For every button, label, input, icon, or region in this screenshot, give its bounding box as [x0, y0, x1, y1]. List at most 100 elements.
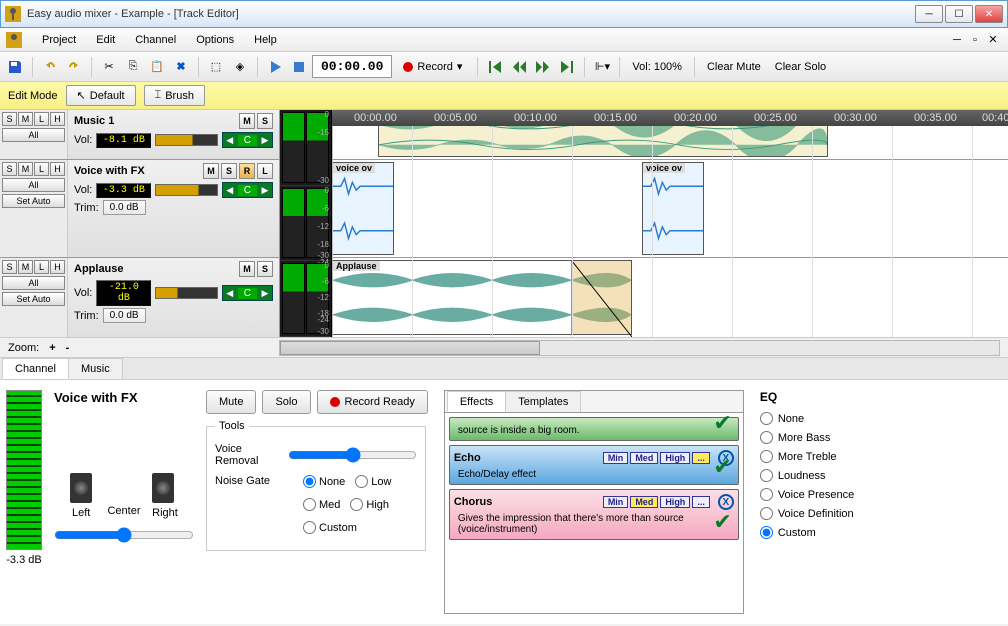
track-all-button[interactable]: All: [2, 128, 65, 142]
pan-control[interactable]: ◀C▶: [222, 285, 273, 301]
clear-solo-button[interactable]: Clear Solo: [769, 61, 832, 73]
track-h-button[interactable]: H: [50, 162, 65, 176]
track-h-button[interactable]: H: [50, 260, 65, 274]
minimize-button[interactable]: ─: [915, 5, 943, 23]
eq-voice-definition[interactable]: Voice Definition: [760, 507, 900, 520]
audio-clip[interactable]: Applause: [332, 260, 632, 335]
vol-value[interactable]: -21.0 dB: [96, 280, 151, 306]
volume-label[interactable]: Vol: 100%: [626, 61, 688, 73]
effects-list[interactable]: source is inside a big room. ✔ Echo Min …: [445, 413, 743, 563]
record-ready-button[interactable]: Record Ready: [317, 390, 428, 414]
audio-clip[interactable]: voice ov: [332, 162, 394, 255]
voice-removal-slider[interactable]: [288, 447, 417, 463]
mdi-close[interactable]: ✕: [986, 33, 1000, 46]
noise-gate-none[interactable]: None: [303, 475, 345, 488]
vol-slider[interactable]: [155, 134, 217, 146]
horizontal-scrollbar[interactable]: [279, 340, 1000, 356]
effect-item[interactable]: Chorus Min Med High ... X Gives the impr…: [449, 489, 739, 540]
forward-icon[interactable]: [532, 56, 554, 78]
track-s-button[interactable]: S: [2, 162, 17, 176]
track-name[interactable]: Music 1: [74, 115, 114, 127]
save-icon[interactable]: [4, 56, 26, 78]
play-icon[interactable]: [264, 56, 286, 78]
eq-more-treble[interactable]: More Treble: [760, 450, 900, 463]
noise-gate-custom[interactable]: Custom: [303, 521, 417, 534]
record-button[interactable]: Record▾: [394, 56, 471, 78]
track-m-button[interactable]: M: [18, 112, 33, 126]
effect-item[interactable]: Echo Min Med High ... X Echo/Delay effec…: [449, 445, 739, 485]
tab-effects[interactable]: Effects: [447, 391, 506, 412]
marker-icon[interactable]: ⊩▾: [591, 56, 613, 78]
track-l-button[interactable]: L: [34, 260, 49, 274]
mute-button[interactable]: Mute: [206, 390, 256, 414]
fx-min[interactable]: Min: [603, 496, 629, 508]
remove-effect-icon[interactable]: X: [718, 494, 734, 510]
set-auto-button[interactable]: Set Auto: [2, 194, 65, 208]
solo-button[interactable]: S: [221, 163, 237, 179]
tab-channel[interactable]: Channel: [2, 358, 69, 379]
fx-med[interactable]: Med: [630, 496, 658, 508]
fx-high[interactable]: High: [660, 496, 690, 508]
brush-mode-button[interactable]: ⌶Brush: [144, 85, 205, 106]
track-m-button[interactable]: M: [18, 260, 33, 274]
view-icon[interactable]: ◈: [229, 56, 251, 78]
skip-start-icon[interactable]: [484, 56, 506, 78]
snap-icon[interactable]: ⬚: [205, 56, 227, 78]
eq-voice-presence[interactable]: Voice Presence: [760, 488, 900, 501]
clear-mute-button[interactable]: Clear Mute: [701, 61, 767, 73]
paste-icon[interactable]: 📋: [146, 56, 168, 78]
noise-gate-low[interactable]: Low: [355, 475, 391, 488]
fx-min[interactable]: Min: [603, 452, 629, 464]
default-mode-button[interactable]: ↖Default: [66, 85, 136, 106]
l-button[interactable]: L: [257, 163, 273, 179]
vol-value[interactable]: -3.3 dB: [96, 183, 151, 198]
track-all-button[interactable]: All: [2, 178, 65, 192]
pan-control[interactable]: ◀C▶: [222, 132, 273, 148]
menu-options[interactable]: Options: [186, 30, 244, 50]
tab-templates[interactable]: Templates: [505, 391, 581, 412]
trim-value[interactable]: 0.0 dB: [103, 200, 146, 215]
menu-channel[interactable]: Channel: [125, 30, 186, 50]
mute-button[interactable]: M: [203, 163, 219, 179]
fx-more[interactable]: ...: [692, 496, 710, 508]
stop-icon[interactable]: [288, 56, 310, 78]
audio-clip[interactable]: voice ov: [642, 162, 704, 255]
noise-gate-med[interactable]: Med: [303, 498, 340, 511]
noise-gate-high[interactable]: High: [350, 498, 389, 511]
mute-button[interactable]: M: [239, 261, 255, 277]
mute-button[interactable]: M: [239, 113, 255, 129]
trim-value[interactable]: 0.0 dB: [103, 308, 146, 323]
eq-more-bass[interactable]: More Bass: [760, 431, 900, 444]
time-ruler[interactable]: 00:00.00 00:05.00 00:10.00 00:15.00 00:2…: [332, 110, 1008, 126]
track-m-button[interactable]: M: [18, 162, 33, 176]
maximize-button[interactable]: ☐: [945, 5, 973, 23]
set-auto-button[interactable]: Set Auto: [2, 292, 65, 306]
solo-button[interactable]: Solo: [262, 390, 310, 414]
zoom-out-button[interactable]: -: [66, 342, 70, 354]
menu-help[interactable]: Help: [244, 30, 287, 50]
track-s-button[interactable]: S: [2, 260, 17, 274]
r-button[interactable]: R: [239, 163, 255, 179]
fx-high[interactable]: High: [660, 452, 690, 464]
pan-slider[interactable]: [54, 527, 194, 543]
eq-custom[interactable]: Custom: [760, 526, 900, 539]
track-name[interactable]: Applause: [74, 263, 124, 275]
pan-control[interactable]: ◀C▶: [222, 182, 273, 198]
copy-icon[interactable]: ⎘: [122, 56, 144, 78]
tab-music[interactable]: Music: [68, 358, 123, 379]
solo-button[interactable]: S: [257, 113, 273, 129]
mdi-restore[interactable]: ▫: [968, 34, 982, 46]
effect-item[interactable]: source is inside a big room. ✔: [449, 417, 739, 441]
track-l-button[interactable]: L: [34, 162, 49, 176]
menu-edit[interactable]: Edit: [86, 30, 125, 50]
track-name[interactable]: Voice with FX: [74, 165, 145, 177]
fx-med[interactable]: Med: [630, 452, 658, 464]
skip-end-icon[interactable]: [556, 56, 578, 78]
close-button[interactable]: ✕: [975, 5, 1003, 23]
rewind-icon[interactable]: [508, 56, 530, 78]
zoom-in-button[interactable]: +: [49, 342, 55, 354]
track-h-button[interactable]: H: [50, 112, 65, 126]
waveform-area[interactable]: Music voice ov voice ov Applause: [332, 110, 1008, 337]
track-all-button[interactable]: All: [2, 276, 65, 290]
eq-loudness[interactable]: Loudness: [760, 469, 900, 482]
